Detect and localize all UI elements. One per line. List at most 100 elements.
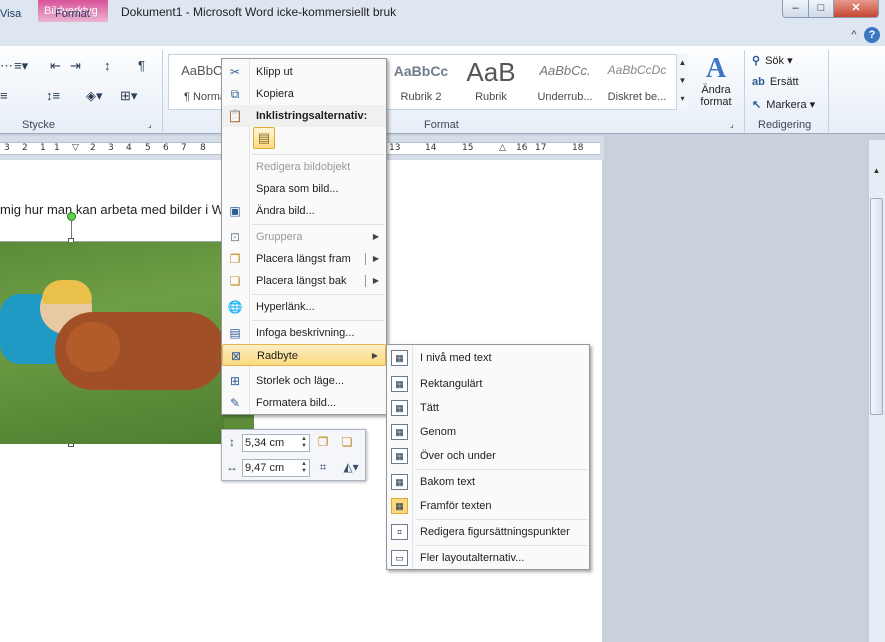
wrap-more-layout-options[interactable]: ▭ Fler layoutalternativ... <box>387 547 589 569</box>
group-icon: ⊡ <box>229 230 241 244</box>
menu-item-save-as-picture[interactable]: Spara som bild... <box>222 178 386 200</box>
wrap-in-front-icon: ▦ <box>391 498 408 514</box>
bring-front-icon[interactable]: ❐ <box>315 434 331 450</box>
group-label-stycke: Stycke <box>22 119 56 131</box>
document-text[interactable]: mig hur man kan arbeta med bilder i W <box>0 202 224 217</box>
style-subtitle[interactable]: AaBbCc. Underrub... <box>531 57 599 107</box>
menu-item-hyperlink[interactable]: 🌐 Hyperlänk... <box>222 296 386 318</box>
menu-item-cut[interactable]: ✂ Klipp ut <box>222 61 386 83</box>
size-position-icon: ⊞ <box>229 374 241 388</box>
menu-item-text-wrapping[interactable]: ⊠ Radbyte ▶ <box>222 344 386 366</box>
wrap-through[interactable]: ▦ Genom <box>387 421 589 443</box>
submenu-arrow-icon[interactable]: ▶ <box>373 270 379 292</box>
multilevel-list-icon[interactable]: ≡▾ <box>14 58 28 74</box>
ruler-number: 2 <box>90 143 96 153</box>
wrap-behind-text[interactable]: ▦ Bakom text <box>387 471 589 493</box>
help-icon[interactable]: ? <box>864 27 880 43</box>
gallery-scroll[interactable]: ▲ ▼ ▾ <box>676 54 688 110</box>
ruler-number: 7 <box>181 143 187 153</box>
menu-separator <box>252 294 384 295</box>
ribbon: ⋯ ≡▾ ⇤ ⇥ ↕ ¶ ≡ ↕≡ ◈▾ ⊞▾ Stycke ⌟ AaBbCc … <box>0 46 885 134</box>
sort-icon[interactable]: ↕ <box>104 58 111 73</box>
first-line-indent-icon[interactable]: ▽ <box>72 143 79 153</box>
menu-item-label: Hyperlänk... <box>256 301 315 313</box>
ruler-number: 2 <box>22 143 28 153</box>
rotation-handle[interactable] <box>67 212 76 221</box>
wrap-edit-points[interactable]: ⌗ Redigera figursättningspunkter <box>387 521 589 543</box>
wrap-in-front-of-text[interactable]: ▦ Framför texten <box>387 495 589 517</box>
menu-item-label: Inklistringsalternativ: <box>256 110 368 122</box>
format-picture-icon: ✎ <box>229 396 241 410</box>
menu-item-change-picture[interactable]: ▣ Ändra bild... <box>222 200 386 222</box>
menu-separator <box>252 154 384 155</box>
replace-button[interactable]: ab Ersätt <box>752 76 799 88</box>
wrap-through-icon: ▦ <box>391 424 408 440</box>
hyperlink-icon: 🌐 <box>227 300 243 314</box>
split-divider <box>365 253 366 265</box>
menu-item-format-picture[interactable]: ✎ Formatera bild... <box>222 392 386 414</box>
child-and-dog-photo[interactable] <box>0 242 224 444</box>
ruler-number: 13 <box>389 143 401 153</box>
close-button[interactable]: ✕ <box>833 0 879 18</box>
search-button[interactable]: ⚲ Sök ▾ <box>752 54 793 67</box>
menu-item-size-position[interactable]: ⊞ Storlek och läge... <box>222 370 386 392</box>
style-title[interactable]: AaB Rubrik <box>457 57 525 107</box>
spinner-icon[interactable]: ▲ ▼ <box>301 461 307 475</box>
line-spacing-icon[interactable]: ↕≡ <box>46 88 60 103</box>
style-sample: AaBbCcDc <box>607 63 667 77</box>
ruler-number: 4 <box>126 143 132 153</box>
collapse-ribbon-icon[interactable]: ^ <box>846 27 862 43</box>
list-icon[interactable]: ⋯ <box>0 58 13 74</box>
wrap-option-label: I nivå med text <box>420 352 492 364</box>
borders-icon[interactable]: ⊞▾ <box>120 88 137 104</box>
pilcrow-icon[interactable]: ¶ <box>138 58 145 73</box>
menu-item-label: Storlek och läge... <box>256 375 345 387</box>
send-back-icon[interactable]: ❏ <box>339 434 355 450</box>
shape-width-input[interactable]: 9,47 cm ▲ ▼ <box>242 459 310 477</box>
menu-item-bring-to-front[interactable]: ❐ Placera längst fram ▶ <box>222 248 386 270</box>
decrease-indent-icon[interactable]: ⇤ <box>50 58 61 74</box>
wrap-inline[interactable]: ▦ I nivå med text <box>387 347 589 369</box>
tab-format[interactable]: Format <box>55 8 90 20</box>
increase-indent-icon[interactable]: ⇥ <box>70 58 81 74</box>
paste-keep-format-icon[interactable]: ▤ <box>253 127 275 149</box>
spinner-icon[interactable]: ▲ ▼ <box>301 436 307 450</box>
replace-label: Ersätt <box>769 76 799 88</box>
shape-height-input[interactable]: 5,34 cm ▲ ▼ <box>242 434 310 452</box>
rotate-icon[interactable]: ◭▾ <box>339 459 363 475</box>
submenu-arrow-icon: ▶ <box>372 232 379 241</box>
cursor-icon: ↖ <box>752 99 762 111</box>
style-subtle-emphasis[interactable]: AaBbCcDc Diskret be... <box>603 57 671 107</box>
ruler-number: 18 <box>572 143 584 153</box>
select-label: Markera <box>766 99 807 111</box>
select-button[interactable]: ↖ Markera ▾ <box>752 98 815 111</box>
wrap-option-label: Fler layoutalternativ... <box>420 552 525 564</box>
wrap-square[interactable]: ▦ Rektangulärt <box>387 373 589 395</box>
menu-item-insert-caption[interactable]: ▤ Infoga beskrivning... <box>222 322 386 344</box>
wrap-top-bottom-icon: ▦ <box>391 448 408 464</box>
wrap-icon: ⊠ <box>230 349 242 363</box>
shading-icon[interactable]: ◈▾ <box>86 88 103 104</box>
submenu-arrow-icon[interactable]: ▶ <box>373 248 379 270</box>
change-format-button[interactable]: A Ändra format <box>692 54 740 116</box>
scroll-up-icon[interactable]: ▲ <box>870 163 883 179</box>
style-heading-2[interactable]: AaBbCc Rubrik 2 <box>387 57 455 107</box>
dialog-launcher-icon[interactable]: ⌟ <box>148 120 152 129</box>
justify-icon[interactable]: ≡ <box>0 88 8 103</box>
menu-item-copy[interactable]: ⧉ Kopiera <box>222 83 386 105</box>
wrap-top-bottom[interactable]: ▦ Över och under <box>387 445 589 467</box>
right-indent-icon[interactable]: △ <box>499 143 506 153</box>
minimize-button[interactable]: – <box>782 0 809 18</box>
crop-icon[interactable]: ⌗ <box>315 459 331 475</box>
maximize-button[interactable]: □ <box>808 0 834 18</box>
dog-head <box>66 322 120 372</box>
menu-item-send-to-back[interactable]: ❏ Placera längst bak ▶ <box>222 270 386 292</box>
wrap-tight[interactable]: ▦ Tätt <box>387 397 589 419</box>
tab-visa[interactable]: Visa <box>0 8 21 20</box>
menu-item-label: Spara som bild... <box>256 183 339 195</box>
scrollbar-thumb[interactable] <box>870 198 883 415</box>
dialog-launcher-icon[interactable]: ⌟ <box>730 120 734 129</box>
ruler-number: 14 <box>425 143 437 153</box>
menu-item-label: Gruppera <box>256 231 303 243</box>
style-name: Diskret be... <box>607 91 667 103</box>
